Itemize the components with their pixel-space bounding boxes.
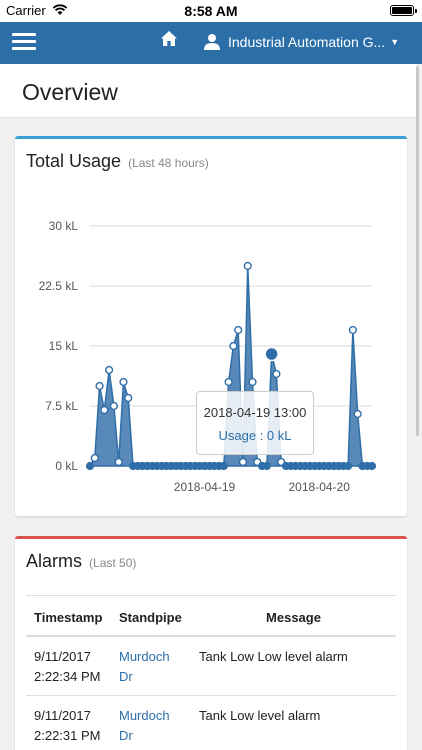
data-point [272,369,281,379]
message-cell: Tank Low level alarm [191,695,396,750]
data-point [353,409,362,419]
message-cell: Tank Low Low level alarm [191,636,396,696]
data-point [109,401,119,411]
tooltip-date: 2018-04-19 13:00 [203,405,307,420]
data-point [238,457,248,467]
data-point [85,461,95,471]
data-point [100,405,109,415]
standpipe-cell: Murdoch Dr [111,636,191,696]
highlighted-data-point [264,346,279,362]
timestamp-cell: 9/11/2017 2:22:34 PM [26,636,111,696]
standpipe-link[interactable]: Murdoch Dr [119,708,170,743]
data-point [224,377,233,387]
timestamp-date: 9/11/2017 [34,708,91,723]
y-tick-label: 22.5 kL [39,279,79,293]
data-point [367,461,377,471]
column-header-timestamp: Timestamp [26,595,111,637]
column-header-message: Message [191,595,396,637]
timestamp-date: 9/11/2017 [34,649,91,664]
data-point [124,393,133,403]
standpipe-link[interactable]: Murdoch Dr [119,649,170,684]
data-point [229,341,238,351]
table-row: 9/11/2017 2:22:31 PM Murdoch Dr Tank Low … [26,695,396,750]
timestamp-time: 2:22:34 PM [34,669,101,684]
data-point [114,457,123,467]
table-row: 9/11/2017 2:22:34 PM Murdoch Dr Tank Low … [26,636,396,696]
y-tick-label: 30 kL [49,219,79,233]
tooltip-value: Usage : 0 kL [218,428,292,443]
data-point [344,461,353,471]
data-point [90,453,99,463]
alarms-panel-title: Alarms (Last 50) [26,551,136,572]
data-point [234,325,243,335]
timestamp-time: 2:22:31 PM [34,728,101,743]
y-tick-label: 0 kL [55,459,78,473]
data-point [243,261,252,271]
data-point [119,377,128,387]
data-point [348,325,357,335]
alarms-table: Timestamp Standpipe Message 9/11/2017 2:… [26,595,396,750]
x-tick-label: 2018-04-20 [289,480,351,494]
y-tick-label: 15 kL [49,339,79,353]
data-point [248,377,257,387]
table-header-row: Timestamp Standpipe Message [26,595,396,637]
alarms-title: Alarms [26,551,83,571]
standpipe-cell: Murdoch Dr [111,695,191,750]
data-point [219,461,228,471]
column-header-standpipe: Standpipe [111,595,191,637]
chart-tooltip: 2018-04-19 13:00 Usage : 0 kL [196,391,314,455]
y-tick-label: 7.5 kL [45,399,78,413]
data-point [95,381,104,391]
alarms-subtitle: (Last 50) [89,556,137,570]
data-point [262,461,271,471]
x-tick-label: 2018-04-19 [174,480,236,494]
data-point [105,365,114,375]
alarms-panel: Alarms (Last 50) Timestamp Standpipe Mes… [15,536,407,750]
timestamp-cell: 9/11/2017 2:22:31 PM [26,695,111,750]
